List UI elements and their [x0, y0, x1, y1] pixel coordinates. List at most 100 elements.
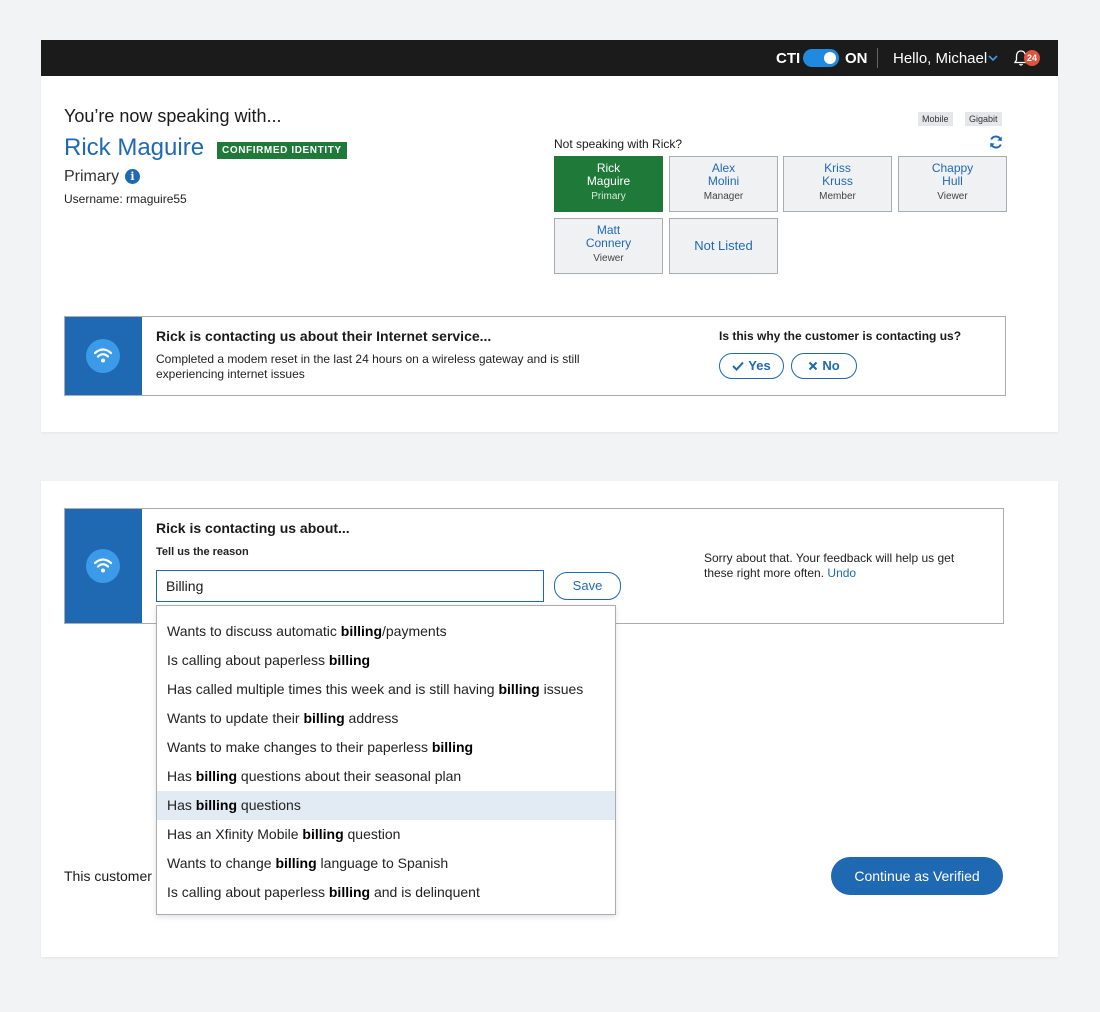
- suggestion-text: Has: [167, 797, 196, 813]
- top-bar: CTI ON Hello, Michael 24: [41, 40, 1058, 76]
- customer-username: Username: rmaguire55: [64, 192, 187, 206]
- person-role: Viewer: [937, 191, 968, 202]
- customer-identity-card: You’re now speaking with... Rick Maguire…: [41, 76, 1058, 432]
- person-first-name: Kriss: [824, 161, 851, 175]
- yes-button[interactable]: Yes: [719, 353, 784, 379]
- person-role: Member: [819, 191, 856, 202]
- no-button[interactable]: No: [791, 353, 857, 379]
- person-last-name: Hull: [942, 174, 963, 188]
- suggestion-item[interactable]: Has an Xfinity Mobile billing question: [157, 820, 615, 849]
- suggestion-text: Wants to change: [167, 855, 276, 871]
- chevron-down-icon[interactable]: [987, 52, 999, 64]
- wifi-icon: [86, 339, 120, 373]
- suggestion-item[interactable]: Wants to discuss automatic billing/payme…: [157, 617, 615, 646]
- suggestion-match: billing: [302, 826, 344, 842]
- not-speaking-prompt: Not speaking with Rick?: [554, 137, 683, 151]
- wifi-icon: [86, 549, 120, 583]
- cti-state: ON: [845, 50, 868, 67]
- tag-mobile: Mobile: [918, 112, 953, 126]
- suggestion-text: Has called multiple times this week and …: [167, 681, 499, 697]
- tag-gigabit: Gigabit: [965, 112, 1002, 126]
- suggestion-text: language to Spanish: [316, 855, 449, 871]
- feedback-message: Sorry about that. Your feedback will hel…: [704, 551, 974, 581]
- suggestion-text: question: [343, 826, 401, 842]
- suggestion-text: address: [344, 710, 399, 726]
- person-first-name: Rick: [596, 161, 621, 175]
- contact-reason-box: Rick is contacting us about their Intern…: [64, 316, 1006, 396]
- suggestion-item[interactable]: Wants to update their billing address: [157, 704, 615, 733]
- undo-link[interactable]: Undo: [827, 566, 856, 580]
- suggestion-text: Wants to update their: [167, 710, 304, 726]
- suggestions-dropdown: Wants to discuss automatic billing/payme…: [156, 605, 616, 915]
- suggestion-match: billing: [340, 623, 382, 639]
- speaking-with-heading: You’re now speaking with...: [64, 106, 282, 126]
- suggestion-item[interactable]: Is calling about paperless billing and i…: [157, 878, 615, 907]
- suggestion-text: /payments: [382, 623, 447, 639]
- user-menu[interactable]: Hello, Michael: [893, 50, 987, 67]
- divider: [877, 48, 878, 68]
- person-first-name: Alex: [711, 161, 736, 175]
- reason-entry-subtitle: Tell us the reason: [156, 546, 249, 558]
- customer-name: Rick Maguire: [64, 134, 205, 161]
- suggestion-match: billing: [498, 681, 540, 697]
- person-matt-connery[interactable]: Matt Connery Viewer: [554, 218, 663, 274]
- suggestion-text: Wants to make changes to their paperless: [167, 739, 432, 755]
- person-last-name: Molini: [707, 174, 740, 188]
- suggestion-match: billing: [195, 768, 238, 784]
- suggestion-text: Wants to discuss automatic: [167, 623, 341, 639]
- wifi-panel: [65, 317, 142, 395]
- suggestion-text: Has: [167, 768, 196, 784]
- wifi-panel: [65, 509, 142, 623]
- suggestion-item-highlighted[interactable]: Has billing questions: [157, 791, 615, 820]
- person-chappy-hull[interactable]: Chappy Hull Viewer: [898, 156, 1007, 212]
- suggestion-text: Is calling about paperless: [167, 652, 329, 668]
- yes-label: Yes: [748, 358, 771, 373]
- person-kriss-kruss[interactable]: Kriss Kruss Member: [783, 156, 892, 212]
- info-icon[interactable]: i: [125, 169, 140, 184]
- contact-reason-title: Rick is contacting us about their Intern…: [156, 328, 492, 344]
- confirm-question: Is this why the customer is contacting u…: [719, 329, 962, 343]
- person-alex-molini[interactable]: Alex Molini Manager: [669, 156, 778, 212]
- suggestion-text: issues: [539, 681, 584, 697]
- toggle-knob: [824, 52, 836, 64]
- notification-badge: 24: [1024, 50, 1040, 66]
- customer-role: Primary: [64, 168, 120, 185]
- suggestion-text: questions about their seasonal plan: [237, 768, 462, 784]
- suggestion-match: billing: [431, 739, 474, 755]
- suggestion-match: billing: [195, 797, 238, 813]
- suggestion-match: billing: [303, 710, 345, 726]
- cti-toggle[interactable]: [803, 49, 839, 67]
- refresh-icon[interactable]: [988, 134, 1004, 150]
- x-icon: [809, 361, 818, 371]
- person-last-name: Connery: [585, 236, 632, 250]
- reason-entry-title: Rick is contacting us about...: [156, 520, 350, 536]
- status-badge: CONFIRMED IDENTITY: [217, 142, 347, 159]
- person-last-name: Maguire: [586, 174, 631, 188]
- suggestion-item[interactable]: Wants to make changes to their paperless…: [157, 733, 615, 762]
- suggestion-match: billing: [275, 855, 317, 871]
- suggestion-item[interactable]: Is calling about paperless billing: [157, 646, 615, 675]
- suggestion-item[interactable]: Has called multiple times this week and …: [157, 675, 615, 704]
- no-label: No: [822, 358, 840, 373]
- suggestion-text: Has an Xfinity Mobile: [167, 826, 303, 842]
- reason-input[interactable]: [156, 570, 544, 602]
- customer-status-text: This customer: [64, 868, 152, 884]
- person-first-name: Matt: [596, 223, 621, 237]
- suggestion-item[interactable]: Has billing questions about their season…: [157, 762, 615, 791]
- person-rick-maguire[interactable]: Rick Maguire Primary: [554, 156, 663, 212]
- person-role: Viewer: [593, 253, 624, 264]
- suggestion-match: billing: [328, 652, 371, 668]
- person-role: Manager: [703, 191, 744, 202]
- person-last-name: Kruss: [822, 174, 853, 188]
- person-role: Primary: [591, 191, 626, 202]
- continue-as-verified-button[interactable]: Continue as Verified: [831, 857, 1003, 895]
- person-first-name: Chappy: [931, 161, 974, 175]
- suggestion-text: and is delinquent: [370, 884, 480, 900]
- check-icon: [732, 361, 745, 371]
- suggestion-text: questions: [237, 797, 301, 813]
- save-button[interactable]: Save: [554, 572, 621, 600]
- suggestion-text: Is calling about paperless: [167, 884, 329, 900]
- suggestion-match: billing: [328, 884, 371, 900]
- suggestion-item[interactable]: Wants to change billing language to Span…: [157, 849, 615, 878]
- not-listed-button[interactable]: Not Listed: [669, 218, 778, 274]
